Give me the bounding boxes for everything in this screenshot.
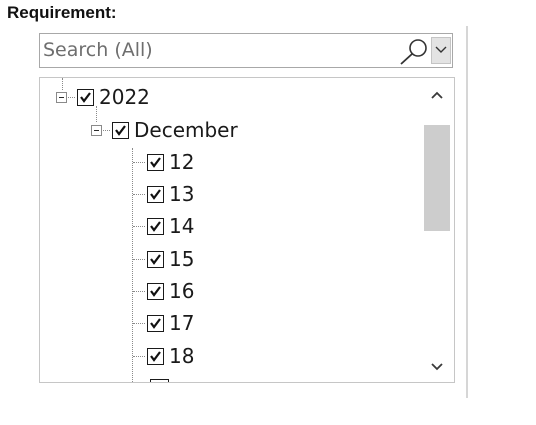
checkmark-icon bbox=[150, 350, 161, 362]
requirement-heading: Requirement: bbox=[7, 3, 117, 22]
checkmark-icon bbox=[150, 253, 161, 265]
day-label: 17 bbox=[169, 311, 195, 335]
day-checkbox[interactable] bbox=[147, 314, 164, 332]
tree-node-day[interactable]: 17 bbox=[132, 309, 194, 337]
checkmark-icon bbox=[115, 124, 126, 136]
day-checkbox[interactable] bbox=[147, 347, 164, 365]
scroll-up-button[interactable] bbox=[422, 83, 452, 107]
date-tree: 2022 December 12 13 14 15 16 17 18 bbox=[39, 77, 455, 383]
tree-node-day[interactable]: 13 bbox=[132, 180, 194, 208]
checkmark-icon bbox=[150, 220, 161, 232]
search-icon[interactable] bbox=[396, 37, 430, 65]
tree-node-day[interactable]: 18 bbox=[132, 342, 194, 370]
tree-connector-dots bbox=[68, 96, 75, 98]
checkmark-icon bbox=[80, 91, 91, 103]
checkmark-icon bbox=[150, 285, 161, 297]
collapse-toggle-icon[interactable] bbox=[91, 124, 102, 136]
tree-connector-dots bbox=[133, 225, 145, 227]
day-label: 16 bbox=[169, 279, 195, 303]
collapse-toggle-icon[interactable] bbox=[56, 91, 67, 103]
chevron-up-icon bbox=[431, 91, 443, 99]
tree-node-day[interactable]: 12 bbox=[132, 148, 194, 176]
tree-node-day[interactable]: 14 bbox=[132, 212, 194, 240]
tree-connector-dots bbox=[133, 355, 145, 357]
tree-connector-dots bbox=[133, 258, 145, 260]
panel-divider bbox=[466, 26, 468, 398]
day-label: 18 bbox=[169, 344, 195, 368]
chevron-down-icon bbox=[435, 46, 447, 53]
day-label: 14 bbox=[169, 214, 195, 238]
checkmark-icon bbox=[150, 317, 161, 329]
tree-node-day[interactable]: 16 bbox=[132, 277, 194, 305]
day-checkbox[interactable] bbox=[147, 217, 164, 235]
day-checkbox[interactable] bbox=[147, 282, 164, 300]
checkmark-icon bbox=[150, 156, 161, 168]
day-label: 12 bbox=[169, 150, 195, 174]
tree-connector-dots bbox=[133, 322, 145, 324]
tree-node-month[interactable]: December bbox=[91, 116, 238, 144]
tree-connector-dots bbox=[133, 161, 145, 163]
tree-node-day[interactable]: 15 bbox=[132, 245, 194, 273]
tree-connector-dots bbox=[103, 129, 110, 131]
search-input[interactable] bbox=[43, 36, 393, 64]
tree-connector-dots bbox=[133, 290, 145, 292]
filter-dialog: Requirement: Search (All) 2022 December … bbox=[0, 0, 536, 425]
scroll-down-button[interactable] bbox=[422, 355, 452, 379]
day-checkbox-partial bbox=[150, 379, 169, 382]
day-checkbox[interactable] bbox=[147, 153, 164, 171]
search-box bbox=[39, 33, 453, 68]
day-checkbox[interactable] bbox=[147, 250, 164, 268]
tree-node-year[interactable]: 2022 bbox=[56, 83, 150, 111]
day-label: 15 bbox=[169, 247, 195, 271]
tree-connector-dots bbox=[133, 193, 145, 195]
month-checkbox[interactable] bbox=[112, 121, 129, 139]
scroll-thumb[interactable] bbox=[424, 125, 450, 231]
day-label: 13 bbox=[169, 182, 195, 206]
tree-scrollbar[interactable] bbox=[422, 79, 452, 381]
day-checkbox[interactable] bbox=[147, 185, 164, 203]
search-dropdown-button[interactable] bbox=[431, 37, 451, 64]
checkmark-icon bbox=[150, 188, 161, 200]
year-checkbox[interactable] bbox=[77, 88, 94, 106]
month-label: December bbox=[134, 118, 238, 142]
chevron-down-icon bbox=[431, 363, 443, 371]
year-label: 2022 bbox=[99, 85, 150, 109]
